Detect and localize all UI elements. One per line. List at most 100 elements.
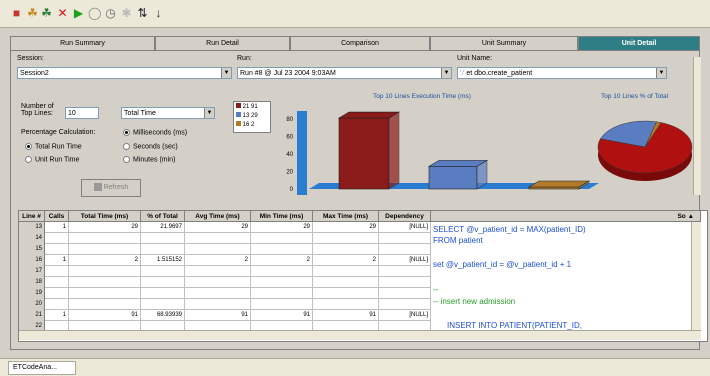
bar-chart-title: Top 10 Lines Execution Time (ms) [373, 93, 471, 100]
chart-legend: 21 91 13 29 16 2 [233, 101, 271, 133]
table-cell: 1 [45, 255, 69, 266]
run-label: Run: [237, 55, 252, 62]
table-cell: 1 [45, 310, 69, 321]
table-cell [379, 299, 431, 310]
col-header-max-time[interactable]: Max Time (ms) [313, 211, 379, 222]
chevron-down-icon[interactable]: ▼ [221, 68, 231, 78]
chevron-down-icon[interactable]: ▼ [656, 68, 666, 78]
table-cell: 91 [185, 310, 251, 321]
sort-icon[interactable]: ↓ [152, 7, 165, 20]
legend-item: 13 29 [236, 112, 268, 121]
table-row[interactable]: 18 [19, 277, 431, 288]
radio-icon [123, 156, 130, 163]
table-cell: 1 [45, 222, 69, 233]
grid-horizontal-scrollbar-right[interactable] [431, 330, 701, 340]
table-row[interactable]: 15 [19, 244, 431, 255]
grid-horizontal-scrollbar-left[interactable] [19, 330, 431, 340]
pct-unit-radio[interactable]: Unit Run Time [25, 156, 79, 163]
tab-comparison[interactable]: Comparison [290, 36, 430, 50]
table-cell [185, 266, 251, 277]
table-cell: 68.93939 [141, 310, 185, 321]
chevron-down-icon[interactable]: ▼ [204, 108, 214, 118]
clock-icon[interactable]: ◷ [104, 7, 117, 20]
col-header-calls[interactable]: Calls [45, 211, 69, 222]
table-cell [313, 233, 379, 244]
app-icon[interactable]: ■ [10, 7, 23, 20]
task-button[interactable]: ETCodeAna... [8, 361, 76, 375]
col-header-line[interactable]: Line # [19, 211, 45, 222]
table-cell: 1.515152 [141, 255, 185, 266]
table-cell [69, 277, 141, 288]
col-header-avg-time[interactable]: Avg Time (ms) [185, 211, 251, 222]
open-icon[interactable]: ☘ [26, 7, 39, 20]
row-number-cell: 18 [19, 277, 45, 288]
table-row[interactable]: 20 [19, 299, 431, 310]
table-cell [251, 299, 313, 310]
metric-select[interactable]: Total Time ▼ [121, 107, 215, 119]
run-select[interactable]: Run #8 @ Jul 23 2004 9:03AM ▼ [237, 67, 452, 79]
options-icon[interactable]: ✱ [120, 7, 133, 20]
table-cell: [NULL] [379, 222, 431, 233]
table-cell: 2 [251, 255, 313, 266]
table-row[interactable]: 21 1 91 68.93939 91 91 91 [NULL] [19, 310, 431, 321]
radio-icon [123, 129, 130, 136]
panel-scrollbar[interactable] [693, 57, 701, 195]
table-cell [313, 288, 379, 299]
delete-icon[interactable]: ✕ [56, 7, 69, 20]
tab-unit-summary[interactable]: Unit Summary [430, 36, 578, 50]
run-value: Run #8 @ Jul 23 2004 9:03AM [240, 70, 336, 77]
session-label: Session: [17, 55, 44, 62]
unit-name-select[interactable]: ∵ et dbo.create_patient ▼ [457, 67, 667, 79]
pct-total-radio[interactable]: Total Run Time [25, 143, 82, 150]
tab-unit-detail[interactable]: Unit Detail [578, 36, 700, 50]
table-row[interactable]: 17 [19, 266, 431, 277]
table-cell: 91 [251, 310, 313, 321]
col-header-pct[interactable]: % of Total [141, 211, 185, 222]
tab-strip: Run Summary Run Detail Comparison Unit S… [10, 36, 700, 50]
col-header-total-time[interactable]: Total Time (ms) [69, 211, 141, 222]
grid-vertical-scrollbar[interactable] [691, 222, 701, 330]
bar-chart: 80 60 40 20 0 [286, 111, 599, 195]
chevron-down-icon[interactable]: ▼ [441, 68, 451, 78]
table-cell: 91 [313, 310, 379, 321]
row-number-cell: 19 [19, 288, 45, 299]
unit-sec-radio[interactable]: Seconds (sec) [123, 143, 178, 150]
table-cell [45, 299, 69, 310]
chart-wall [297, 111, 307, 195]
table-cell [251, 266, 313, 277]
col-header-dependency[interactable]: Dependency [379, 211, 431, 222]
top-lines-input[interactable]: 10 [65, 107, 99, 119]
y-tick-label: 20 [286, 170, 293, 176]
taskbar: ETCodeAna... [0, 358, 710, 376]
table-cell [185, 277, 251, 288]
session-select[interactable]: Session2 ▼ [17, 67, 232, 79]
tab-run-summary[interactable]: Run Summary [10, 36, 155, 50]
y-tick-label: 80 [286, 117, 293, 123]
pct-calc-label: Percentage Calculation: [21, 129, 96, 136]
tab-run-detail[interactable]: Run Detail [155, 36, 290, 50]
stop-icon[interactable]: ◯ [88, 7, 101, 20]
table-cell [69, 266, 141, 277]
radio-icon [25, 156, 32, 163]
legend-swatch [236, 112, 241, 117]
table-row[interactable]: 14 [19, 233, 431, 244]
table-cell: 29 [185, 222, 251, 233]
refresh-icon[interactable]: ⇅ [136, 7, 149, 20]
unit-ms-radio[interactable]: Milliseconds (ms) [123, 129, 187, 136]
table-cell [141, 299, 185, 310]
table-cell [379, 288, 431, 299]
table-cell: 29 [69, 222, 141, 233]
legend-swatch [236, 121, 241, 126]
table-row[interactable]: 16 1 2 1.515152 2 2 2 [NULL] [19, 255, 431, 266]
open-alt-icon[interactable]: ☘ [40, 7, 53, 20]
col-header-min-time[interactable]: Min Time (ms) [251, 211, 313, 222]
table-row[interactable]: 19 [19, 288, 431, 299]
table-row[interactable]: 13 1 29 21.9697 29 29 29 [NULL] [19, 222, 431, 233]
bar-front [338, 117, 390, 190]
row-number-cell: 21 [19, 310, 45, 321]
refresh-button[interactable]: Refresh [81, 179, 141, 197]
run-icon[interactable]: ▶ [72, 7, 85, 20]
unit-min-radio[interactable]: Minutes (min) [123, 156, 175, 163]
radio-icon [25, 143, 32, 150]
col-header-source[interactable]: So ▲ [431, 211, 701, 222]
